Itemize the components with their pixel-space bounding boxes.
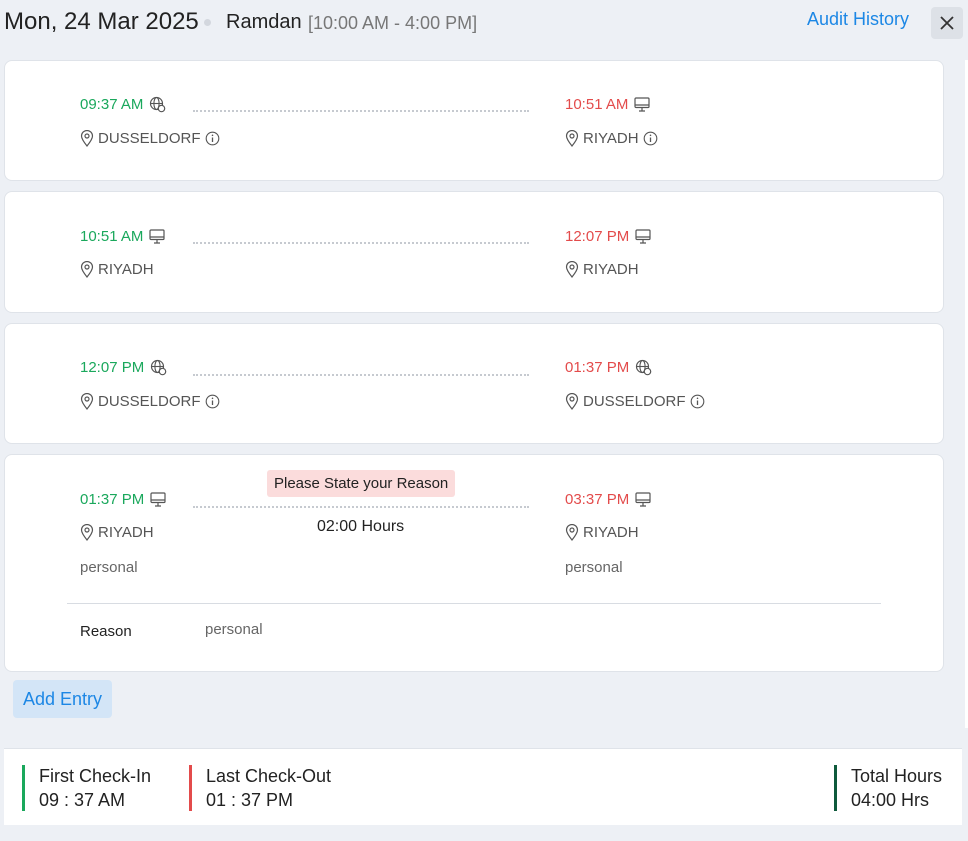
duration-hours: 02:00 Hours — [317, 518, 405, 535]
globe-icon — [635, 359, 652, 376]
check-out-location: RIYADH — [565, 524, 639, 541]
globe-icon — [149, 96, 166, 113]
check-in-location: RIYADH — [80, 261, 154, 278]
check-in-time: 10:51 AM — [80, 228, 165, 245]
last-check-out-value: 01 : 37 PM — [206, 790, 294, 810]
total-hours-stat: Total Hours 04:00 Hrs — [834, 765, 942, 811]
check-in-time: 01:37 PM — [80, 491, 166, 508]
monitor-icon — [150, 492, 166, 507]
location-pin-icon — [80, 130, 94, 147]
first-check-in-value: 09 : 37 AM — [39, 790, 126, 810]
total-hours-value: 04:00 Hrs — [851, 790, 930, 810]
summary-footer: First Check-In 09 : 37 AM Last Check-Out… — [4, 748, 962, 825]
close-button[interactable] — [931, 7, 963, 39]
reason-value: personal — [205, 621, 263, 638]
location-pin-icon — [565, 393, 579, 410]
reason-label: Reason — [80, 623, 132, 640]
reason-required-tag[interactable]: Please State your Reason — [267, 470, 456, 497]
page-title-date: Mon, 24 Mar 2025 — [4, 8, 199, 35]
check-in-time: 09:37 AM — [80, 96, 166, 113]
monitor-icon — [149, 229, 165, 244]
check-out-location: RIYADH — [565, 130, 658, 147]
entry-card: Please State your Reason 01:37 PM 02:00 … — [4, 454, 944, 672]
first-check-in-stat: First Check-In 09 : 37 AM — [22, 765, 151, 811]
duration-line — [193, 374, 529, 376]
monitor-icon — [635, 492, 651, 507]
check-out-location: RIYADH — [565, 261, 639, 278]
info-icon[interactable] — [205, 131, 220, 146]
check-in-location: RIYADH — [80, 524, 154, 541]
duration-line — [193, 242, 529, 244]
last-check-out-label: Last Check-Out — [206, 766, 332, 786]
location-pin-icon — [565, 261, 579, 278]
separator-dot — [204, 19, 211, 26]
shift-name: Ramdan — [226, 11, 302, 33]
entry-card: 09:37 AM 10:51 AM DUSSELDORF RIYADH — [4, 60, 944, 181]
info-icon[interactable] — [643, 131, 658, 146]
close-icon — [940, 16, 954, 30]
add-entry-button[interactable]: Add Entry — [13, 680, 112, 718]
check-out-time: 10:51 AM — [565, 96, 650, 113]
shift-time: [10:00 AM - 4:00 PM] — [308, 13, 478, 33]
header: Mon, 24 Mar 2025 Ramdan [10:00 AM - 4:00… — [0, 0, 968, 48]
check-in-time: 12:07 PM — [80, 359, 167, 376]
location-pin-icon — [80, 261, 94, 278]
check-out-time: 12:07 PM — [565, 228, 651, 245]
globe-icon — [150, 359, 167, 376]
duration-line — [193, 506, 529, 508]
monitor-icon — [634, 97, 650, 112]
entry-card: 12:07 PM 01:37 PM DUSSELDORF DUSSELDORF — [4, 323, 944, 444]
check-out-time: 03:37 PM — [565, 491, 651, 508]
first-check-in-label: First Check-In — [39, 766, 152, 786]
audit-history-link[interactable]: Audit History — [807, 9, 909, 30]
check-out-location: DUSSELDORF — [565, 393, 705, 410]
monitor-icon — [635, 229, 651, 244]
check-in-location: DUSSELDORF — [80, 130, 220, 147]
divider — [67, 603, 881, 604]
info-icon[interactable] — [690, 394, 705, 409]
check-in-note: personal — [80, 559, 138, 576]
location-pin-icon — [80, 524, 94, 541]
info-icon[interactable] — [205, 394, 220, 409]
location-pin-icon — [565, 524, 579, 541]
check-in-location: DUSSELDORF — [80, 393, 220, 410]
location-pin-icon — [80, 393, 94, 410]
check-out-note: personal — [565, 559, 623, 576]
duration-line — [193, 110, 529, 112]
total-hours-label: Total Hours — [851, 766, 943, 786]
last-check-out-stat: Last Check-Out 01 : 37 PM — [189, 765, 331, 811]
location-pin-icon — [565, 130, 579, 147]
check-out-time: 01:37 PM — [565, 359, 652, 376]
entry-card: 10:51 AM 12:07 PM RIYADH RIYADH — [4, 191, 944, 313]
